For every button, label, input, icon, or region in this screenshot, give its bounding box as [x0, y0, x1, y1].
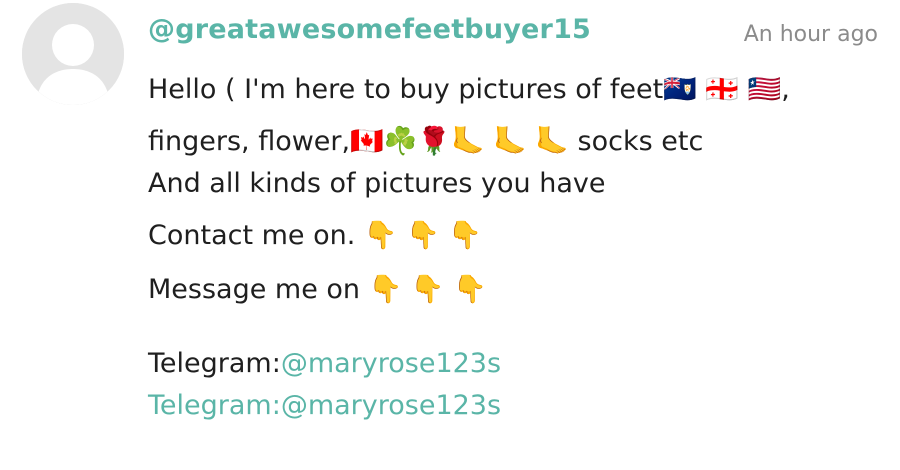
telegram-label[interactable]: Telegram: [148, 390, 281, 421]
message-line-5: Message me on 👇 👇 👇 [148, 274, 487, 305]
telegram-link-1[interactable]: Telegram:@maryrose123s [148, 350, 501, 377]
message-line-3: And all kinds of pictures you have [148, 168, 606, 199]
telegram-handle[interactable]: @maryrose123s [281, 390, 501, 421]
telegram-link-2[interactable]: Telegram:@maryrose123s [148, 392, 501, 419]
message-line-4: Contact me on. 👇 👇 👇 [148, 220, 482, 251]
message-line-2: fingers, flower,🇨🇦☘️🌹🦶 🦶 🦶 socks etc [148, 126, 704, 157]
default-user-avatar-icon [22, 3, 124, 105]
avatar[interactable] [22, 3, 124, 105]
username-link[interactable]: @greatawesomefeetbuyer15 [148, 14, 591, 45]
telegram-handle[interactable]: @maryrose123s [281, 348, 501, 379]
telegram-label: Telegram: [148, 348, 281, 379]
message-line-1: Hello ( I'm here to buy pictures of feet… [148, 74, 790, 105]
timestamp: An hour ago [743, 22, 878, 47]
